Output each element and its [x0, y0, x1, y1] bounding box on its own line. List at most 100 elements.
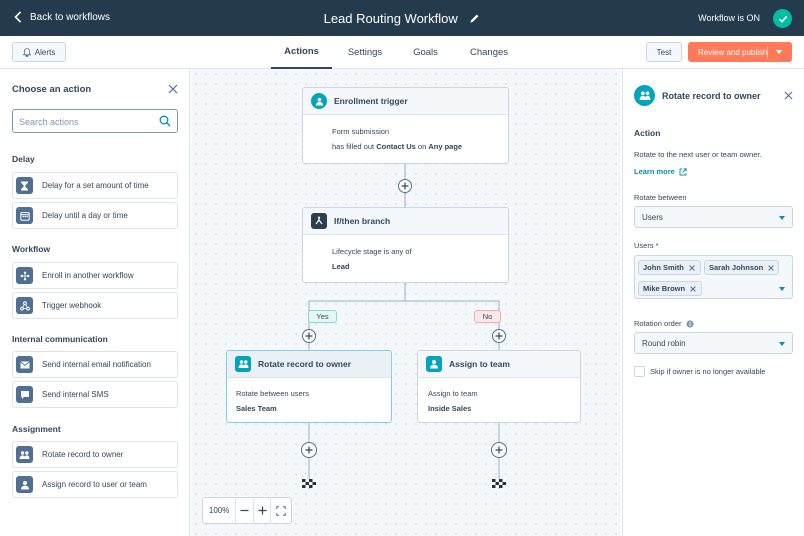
skip-owner-checkbox[interactable] [634, 366, 645, 377]
action-delay-amount[interactable]: Delay for a set amount of time [12, 172, 178, 199]
add-action-button-no[interactable] [492, 329, 506, 343]
workflow-canvas[interactable]: Enrollment trigger Form submission has f… [191, 69, 621, 536]
zoom-in-button[interactable] [254, 497, 272, 524]
add-action-button-after-assign[interactable] [491, 442, 507, 458]
remove-tag-icon[interactable] [768, 264, 774, 271]
tab-settings[interactable]: Settings [332, 36, 398, 69]
node-header: Enrollment trigger [303, 88, 508, 115]
external-link-icon [679, 167, 687, 175]
enrollment-trigger-node[interactable]: Enrollment trigger Form submission has f… [302, 87, 509, 164]
remove-tag-icon[interactable] [689, 264, 695, 271]
alerts-button[interactable]: Alerts [12, 42, 66, 62]
tab-actions[interactable]: Actions [271, 36, 332, 69]
users-multiselect[interactable]: John Smith Sarah Johnson Mike Brown [634, 255, 793, 299]
trigger-condition: has filled out Contact Us on Any page [332, 142, 463, 151]
users-label: Users * [634, 241, 659, 250]
learn-more-link[interactable]: Learn more [634, 167, 687, 176]
node-body: Lifecycle stage is any of Lead [303, 235, 508, 274]
action-label: Send internal SMS [42, 390, 109, 399]
close-icon[interactable] [784, 91, 793, 100]
action-label: Enroll in another workflow [42, 271, 134, 280]
learn-more-label: Learn more [634, 167, 675, 176]
action-label: Delay until a day or time [42, 211, 128, 220]
action-toolbar: Alerts Actions Settings Goals Changes Te… [0, 36, 804, 69]
workflow-title[interactable]: Lead Routing Workflow [324, 11, 458, 26]
action-enroll-workflow[interactable]: Enroll in another workflow [12, 262, 178, 289]
node-body: Form submission has filled out Contact U… [303, 115, 508, 154]
action-description: Rotate to the next user or team owner. [634, 150, 762, 159]
plus-icon [258, 506, 267, 515]
add-action-button-after-rotate[interactable] [301, 442, 317, 458]
user-tag: Mike Brown [638, 281, 702, 296]
rotate-between-select[interactable]: Users [634, 206, 793, 228]
no-branch-label: No [474, 310, 501, 323]
rotation-order-label: Rotation order [634, 319, 682, 328]
action-trigger-webhook[interactable]: Trigger webhook [12, 292, 178, 319]
choose-action-panel: Choose an action Delay Delay for a set a… [0, 69, 190, 536]
node-body: Assign to team Inside Sales [418, 378, 580, 416]
search-icon[interactable] [159, 115, 171, 127]
remove-tag-icon[interactable] [690, 285, 696, 292]
add-action-button[interactable] [398, 179, 412, 193]
hourglass-icon [16, 177, 33, 194]
publish-label: Review and publish [698, 47, 768, 57]
action-assign-record[interactable]: Assign record to user or team [12, 471, 178, 498]
select-value: Round robin [642, 338, 686, 348]
rotation-order-select[interactable]: Round robin [634, 332, 793, 354]
trigger-type: Form submission [332, 127, 390, 136]
if-then-branch-node[interactable]: If/then branch Lifecycle stage is any of… [302, 207, 509, 283]
caret-down-icon [779, 342, 785, 346]
action-rotate-record[interactable]: Rotate record to owner [12, 441, 178, 468]
zoom-controls: 100% [202, 497, 292, 524]
calendar-icon [16, 207, 33, 224]
plus-icon [401, 182, 409, 190]
caret-down-icon[interactable] [779, 287, 785, 291]
webhook-icon [16, 297, 33, 314]
section-title: Action [634, 128, 661, 138]
node-title: Assign to team [449, 359, 510, 369]
tab-changes[interactable]: Changes [453, 36, 525, 69]
plus-icon [305, 332, 313, 340]
panel-title: Rotate record to owner [662, 91, 761, 101]
skip-owner-label[interactable]: Skip if owner is no longer available [650, 367, 765, 376]
pencil-icon[interactable] [469, 13, 480, 24]
branch-value: Lead [332, 262, 350, 271]
user-tag-name: John Smith [643, 263, 684, 272]
bell-icon [22, 47, 31, 57]
tab-goals[interactable]: Goals [398, 36, 453, 69]
action-send-sms[interactable]: Send internal SMS [12, 381, 178, 408]
action-send-email[interactable]: Send internal email notification [12, 351, 178, 378]
assign-user-icon [426, 356, 442, 372]
search-input[interactable] [19, 114, 149, 129]
end-flag-icon [492, 479, 506, 488]
review-and-publish-button[interactable]: Review and publish [688, 42, 792, 62]
contact-icon [311, 93, 327, 109]
workflow-icon [16, 267, 33, 284]
action-label: Rotate record to owner [42, 450, 124, 459]
add-action-button-yes[interactable] [302, 329, 316, 343]
group-title-workflow: Workflow [12, 244, 51, 254]
rotate-owner-icon [634, 85, 655, 106]
node-header: Assign to team [418, 351, 580, 378]
rotate-record-node[interactable]: Rotate record to owner Rotate between us… [226, 350, 392, 423]
assign-team-node[interactable]: Assign to team Assign to team Inside Sal… [417, 350, 581, 423]
info-icon[interactable] [685, 319, 694, 328]
workflow-status-label: Workflow is ON [698, 13, 760, 23]
zoom-level: 100% [203, 497, 237, 524]
action-label: Delay for a set amount of time [42, 181, 149, 190]
checkmark-icon [778, 15, 787, 23]
rotate-description: Rotate between users [236, 389, 309, 398]
close-icon[interactable] [168, 84, 178, 94]
test-button[interactable]: Test [646, 42, 682, 62]
yes-branch-label: Yes [308, 310, 337, 323]
workflow-on-toggle[interactable] [773, 9, 792, 28]
node-title: Enrollment trigger [334, 96, 408, 106]
action-config-panel: Rotate record to owner Action Rotate to … [622, 69, 804, 536]
group-title-internal-communication: Internal communication [12, 334, 108, 344]
fit-to-screen-button[interactable] [271, 497, 291, 524]
action-delay-until[interactable]: Delay until a day or time [12, 202, 178, 229]
caret-down-icon[interactable] [776, 50, 782, 54]
action-label: Send internal email notification [42, 360, 151, 369]
branch-icon [311, 213, 327, 229]
zoom-out-button[interactable] [236, 497, 254, 524]
